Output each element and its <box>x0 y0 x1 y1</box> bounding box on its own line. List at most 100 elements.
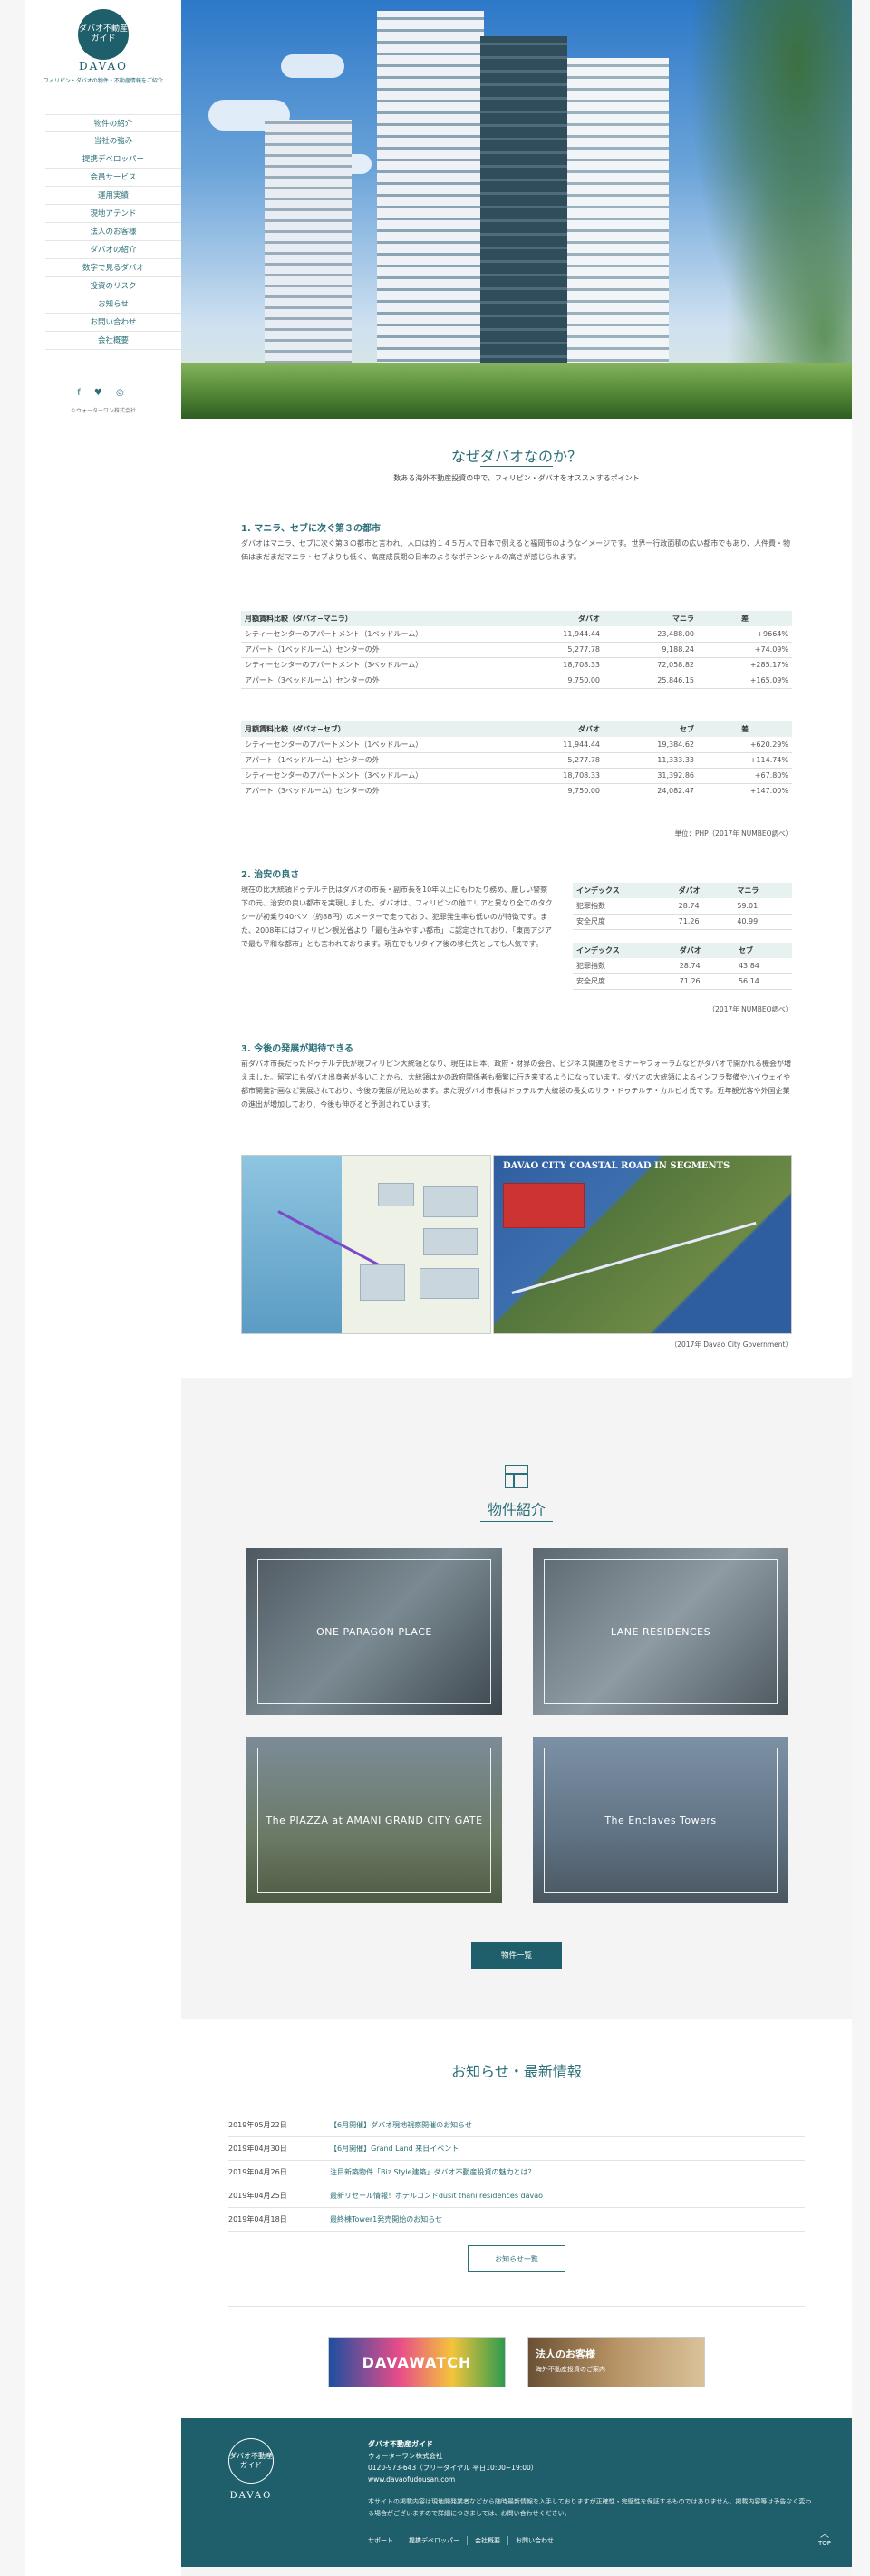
table-cell: シティーセンターのアパートメント（3ベッドルーム） <box>241 768 509 784</box>
map-road <box>511 1221 757 1294</box>
news-link[interactable]: 最新リセール情報！ホテルコンドdusit thani residences da… <box>330 2192 543 2200</box>
nav-item-corporate[interactable]: 法人のお客様 <box>45 223 181 241</box>
nav-item-developers[interactable]: 提携デベロッパー <box>45 150 181 169</box>
property-list-button[interactable]: 物件一覧 <box>471 1942 562 1969</box>
davawatch-banner[interactable]: DAVAWATCH <box>328 2337 506 2387</box>
table-cell: アパート（1ベッドルーム）センターの外 <box>241 752 509 769</box>
nav-item-news[interactable]: お知らせ <box>45 295 181 314</box>
back-to-top-button[interactable]: ︿ TOP <box>807 2531 843 2548</box>
news-list-label: お知らせ一覧 <box>495 2254 538 2263</box>
properties-title: 物件紹介 <box>487 1501 546 1518</box>
bottom-strip <box>181 2567 852 2576</box>
table-header: インデックス <box>573 943 676 958</box>
rent-table-note: 単位：PHP（2017年 NUMBEO調べ） <box>674 829 792 838</box>
nav-item-contact[interactable]: お問い合わせ <box>45 314 181 332</box>
property-card-one-paragon[interactable]: ONE PARAGON PLACE <box>246 1548 502 1715</box>
table-row: アパート（3ベッドルーム）センターの外 9,750.00 25,846.15 +165… <box>241 673 792 689</box>
nav-item-risks[interactable]: 投資のリスク <box>45 277 181 295</box>
back-to-top-label: TOP <box>817 2540 831 2547</box>
table-cell: 安全尺度 <box>573 973 676 990</box>
news-link[interactable]: 【6月開催】Grand Land 来日イベント <box>330 2145 459 2153</box>
building-tower <box>480 36 567 383</box>
building-tower <box>377 11 484 383</box>
table-row: 犯罪指数 28.74 43.84 <box>573 958 792 974</box>
table-header: 月額賃料比較（ダバオ−マニラ） <box>241 611 509 626</box>
news-date: 2019年04月25日 <box>228 2192 287 2200</box>
news-link[interactable]: 最終棟Tower1発売開始のお知らせ <box>330 2215 442 2223</box>
table-header-row: 月額賃料比較（ダバオ−セブ） ダバオ セブ 差 <box>241 721 792 737</box>
table-cell: +620.29% <box>698 737 792 753</box>
site-tagline: フィリピン・ダバオの物件・不動産情報をご紹介 <box>44 78 163 84</box>
table-header: ダバオ <box>675 943 735 958</box>
nav-item-member-service[interactable]: 会員サービス <box>45 169 181 187</box>
table-header-row: 月額賃料比較（ダバオ−マニラ） ダバオ マニラ 差 <box>241 611 792 626</box>
table-cell: 18,708.33 <box>509 768 604 784</box>
news-link[interactable]: 【6月開催】ダバオ現地視察開催のお知らせ <box>330 2121 472 2129</box>
footer-links: サポート 提携デベロッパー 会社概要 お問い合わせ <box>368 2536 561 2545</box>
map-block <box>423 1228 478 1255</box>
map-water <box>242 1156 351 1333</box>
footer-site-name: ダバオ不動産ガイド <box>368 2440 433 2448</box>
table-cell: 71.26 <box>674 914 734 930</box>
table-cell: +74.09% <box>698 642 792 658</box>
banner-subtext: 海外不動産投資のご案内 <box>536 2366 605 2373</box>
footer-link-contact[interactable]: お問い合わせ <box>508 2536 561 2545</box>
site-logo[interactable]: ダバオ不動産ガイド <box>78 9 129 60</box>
news-date: 2019年04月26日 <box>228 2168 287 2176</box>
footer-phone[interactable]: 0120-973-643（フリーダイヤル 平日10:00~19:00） <box>368 2462 537 2474</box>
news-link[interactable]: 注目新築物件「Biz Style建築」ダバオ不動産投資の魅力とは？ <box>330 2168 536 2176</box>
property-card-enclaves[interactable]: The Enclaves Towers <box>533 1737 788 1903</box>
property-name: The Enclaves Towers <box>604 1814 717 1826</box>
news-section: お知らせ・最新情報 2019年05月22日 【6月開催】ダバオ現地視察開催のお知ら… <box>181 2019 852 2418</box>
news-list-button[interactable]: お知らせ一覧 <box>468 2245 566 2272</box>
news-item[interactable]: 2019年04月25日 最新リセール情報！ホテルコンドdusit thani re… <box>228 2184 805 2208</box>
section-body-2: 現在の比大統領ドゥテルテ氏はダバオの市長・副市長を10年以上にもわたり務め、厳し… <box>241 886 553 948</box>
table-row: アパート（3ベッドルーム）センターの外 9,750.00 24,082.47 +147… <box>241 783 792 799</box>
property-name: The PIAZZA at AMANI GRAND CITY GATE <box>266 1814 483 1826</box>
table-cell: 31,392.86 <box>604 768 698 784</box>
map-block <box>378 1183 414 1206</box>
property-card-lane[interactable]: LANE RESIDENCES <box>533 1548 788 1715</box>
footer-link-support[interactable]: サポート <box>368 2536 401 2545</box>
table-cell: 11,944.44 <box>509 737 604 753</box>
nav-item-track-record[interactable]: 運用実績 <box>45 187 181 205</box>
table-header: 月額賃料比較（ダバオ−セブ） <box>241 721 509 737</box>
table-cell: +147.00% <box>698 783 792 799</box>
news-item[interactable]: 2019年04月30日 【6月開催】Grand Land 来日イベント <box>228 2137 805 2161</box>
table-cell: 9,750.00 <box>509 673 604 689</box>
footer-logo[interactable]: ダバオ不動産ガイド <box>228 2438 274 2484</box>
table-cell: 28.74 <box>675 958 735 974</box>
social-icons[interactable]: f ♥ ◎ <box>25 388 181 398</box>
table-header: セブ <box>604 721 698 737</box>
table-row: シティーセンターのアパートメント（3ベッドルーム） 18,708.33 72,058… <box>241 657 792 673</box>
title-rule <box>480 466 553 467</box>
development-map <box>241 1155 491 1334</box>
footer-company: ウォーターワン株式会社 <box>368 2452 443 2460</box>
table-header: マニラ <box>733 883 792 898</box>
footer-link-company[interactable]: 会社概要 <box>467 2536 508 2545</box>
footer-url[interactable]: www.davaofudousan.com <box>368 2474 537 2485</box>
table-cell: 11,944.44 <box>509 626 604 643</box>
table-row: シティーセンターのアパートメント（1ベッドルーム） 11,944.44 23,488… <box>241 626 792 643</box>
table-row: アパート（1ベッドルーム）センターの外 5,277.78 11,333.33 +114… <box>241 752 792 769</box>
section-heading-1: 1. マニラ、セブに次ぐ第３の都市 <box>241 524 382 534</box>
corporate-banner[interactable]: 法人のお客様 海外不動産投資のご案内 <box>527 2337 705 2387</box>
table-header: ダバオ <box>509 611 604 626</box>
news-item[interactable]: 2019年04月26日 注目新築物件「Biz Style建築」ダバオ不動産投資の魅… <box>228 2161 805 2184</box>
footer-link-developers[interactable]: 提携デベロッパー <box>401 2536 467 2545</box>
why-subtitle: 数ある海外不動産投資の中で、フィリピン・ダバオをオススメするポイント <box>393 474 640 482</box>
news-item[interactable]: 2019年04月18日 最終棟Tower1発売開始のお知らせ <box>228 2208 805 2232</box>
table-cell: アパート（3ベッドルーム）センターの外 <box>241 783 509 799</box>
nav-item-properties[interactable]: 物件の紹介 <box>45 114 181 132</box>
table-cell: 安全尺度 <box>573 914 675 930</box>
nav-item-strengths[interactable]: 当社の強み <box>45 132 181 150</box>
nav-item-about-davao[interactable]: ダバオの紹介 <box>45 241 181 259</box>
nav-item-local-attend[interactable]: 現地アテンド <box>45 205 181 223</box>
property-name: ONE PARAGON PLACE <box>316 1625 432 1638</box>
nav-item-davao-numbers[interactable]: 数字で見るダバオ <box>45 259 181 277</box>
property-card-piazza[interactable]: The PIAZZA at AMANI GRAND CITY GATE <box>246 1737 502 1903</box>
nav-item-company[interactable]: 会社概要 <box>45 332 181 350</box>
news-item[interactable]: 2019年05月22日 【6月開催】ダバオ現地視察開催のお知らせ <box>228 2114 805 2137</box>
table-header: インデックス <box>573 883 675 898</box>
table-header-row: インデックス ダバオ セブ <box>573 943 792 958</box>
